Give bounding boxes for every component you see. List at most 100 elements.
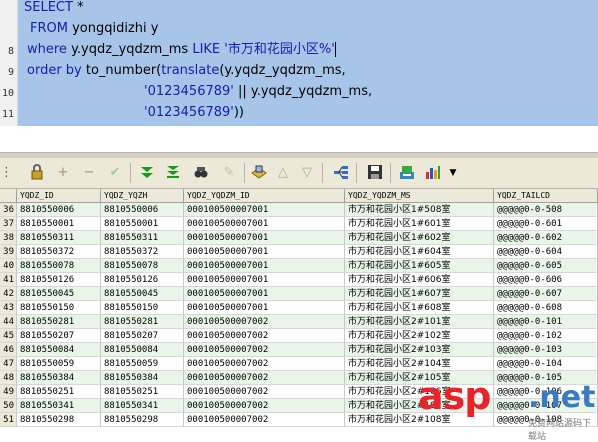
yqdz-yqdzm-id-cell[interactable]: 000100500007001 bbox=[184, 203, 345, 217]
yqdz-id-cell[interactable]: 8810550251 bbox=[17, 385, 101, 399]
yqdz-yqdzm-id-cell[interactable]: 000100500007001 bbox=[184, 231, 345, 245]
row-number[interactable]: 48 bbox=[0, 371, 17, 385]
yqdz-yqzh-cell[interactable]: 8810550372 bbox=[101, 245, 184, 259]
column-header[interactable]: YQDZ_TAILCD bbox=[494, 189, 598, 203]
yqdz-yqdzm-ms-cell[interactable]: 市万和花园小区1#608室 bbox=[345, 301, 494, 315]
yqdz-id-cell[interactable]: 8810550045 bbox=[17, 287, 101, 301]
last-icon[interactable] bbox=[164, 164, 182, 182]
row-number[interactable]: 46 bbox=[0, 343, 17, 357]
yqdz-yqdzm-ms-cell[interactable]: 市万和花园小区1#508室 bbox=[345, 203, 494, 217]
yqdz-id-cell[interactable]: 8810550341 bbox=[17, 399, 101, 413]
yqdz-yqdzm-id-cell[interactable]: 000100500007002 bbox=[184, 343, 345, 357]
yqdz-tailcd-cell[interactable]: @@@@@0-0-103 bbox=[494, 343, 598, 357]
yqdz-yqzh-cell[interactable]: 8810550251 bbox=[101, 385, 184, 399]
yqdz-yqdzm-id-cell[interactable]: 000100500007001 bbox=[184, 217, 345, 231]
row-number[interactable]: 38 bbox=[0, 231, 17, 245]
yqdz-yqdzm-ms-cell[interactable]: 市万和花园小区1#606室 bbox=[345, 273, 494, 287]
yqdz-yqdzm-id-cell[interactable]: 000100500007002 bbox=[184, 315, 345, 329]
yqdz-yqdzm-id-cell[interactable]: 000100500007001 bbox=[184, 259, 345, 273]
yqdz-yqdzm-id-cell[interactable]: 000100500007001 bbox=[184, 301, 345, 315]
yqdz-id-cell[interactable]: 8810550298 bbox=[17, 413, 101, 427]
table-row[interactable]: 43 8810550150 8810550150 000100500007001 市万和… bbox=[0, 301, 598, 315]
sql-editor[interactable]: 8 9 10 11 SELECT * FROM yongqidizhi y wh… bbox=[0, 0, 598, 152]
yqdz-yqzh-cell[interactable]: 8810550001 bbox=[101, 217, 184, 231]
yqdz-tailcd-cell[interactable]: @@@@@0-0-104 bbox=[494, 357, 598, 371]
yqdz-id-cell[interactable]: 8810550150 bbox=[17, 301, 101, 315]
row-number[interactable]: 41 bbox=[0, 273, 17, 287]
yqdz-id-cell[interactable]: 8810550001 bbox=[17, 217, 101, 231]
yqdz-yqdzm-ms-cell[interactable]: 市万和花园小区1#605室 bbox=[345, 259, 494, 273]
table-row[interactable]: 37 8810550001 8810550001 000100500007001 市万和… bbox=[0, 217, 598, 231]
yqdz-yqdzm-ms-cell[interactable]: 市万和花园小区2#104室 bbox=[345, 357, 494, 371]
yqdz-id-cell[interactable]: 8810550384 bbox=[17, 371, 101, 385]
table-row[interactable]: 41 8810550126 8810550126 000100500007001 市万和… bbox=[0, 273, 598, 287]
yqdz-tailcd-cell[interactable]: @@@@@0-0-607 bbox=[494, 287, 598, 301]
row-number[interactable]: 45 bbox=[0, 329, 17, 343]
yqdz-yqdzm-ms-cell[interactable]: 市万和花园小区1#602室 bbox=[345, 231, 494, 245]
yqdz-tailcd-cell[interactable]: @@@@@0-0-608 bbox=[494, 301, 598, 315]
yqdz-yqzh-cell[interactable]: 8810550084 bbox=[101, 343, 184, 357]
yqdz-yqdzm-ms-cell[interactable]: 市万和花园小区2#101室 bbox=[345, 315, 494, 329]
yqdz-yqzh-cell[interactable]: 8810550384 bbox=[101, 371, 184, 385]
yqdz-yqdzm-id-cell[interactable]: 000100500007002 bbox=[184, 399, 345, 413]
table-row[interactable]: 46 8810550084 8810550084 000100500007002 市万和… bbox=[0, 343, 598, 357]
yqdz-yqzh-cell[interactable]: 8810550059 bbox=[101, 357, 184, 371]
post-check-icon[interactable]: ✔ bbox=[106, 164, 124, 182]
yqdz-yqdzm-ms-cell[interactable]: 市万和花园小区1#607室 bbox=[345, 287, 494, 301]
table-row[interactable]: 45 8810550207 8810550207 000100500007002 市万和… bbox=[0, 329, 598, 343]
yqdz-yqdzm-id-cell[interactable]: 000100500007002 bbox=[184, 385, 345, 399]
yqdz-id-cell[interactable]: 8810550281 bbox=[17, 315, 101, 329]
export-icon[interactable] bbox=[398, 164, 416, 182]
yqdz-id-cell[interactable]: 8810550084 bbox=[17, 343, 101, 357]
yqdz-tailcd-cell[interactable]: @@@@@0-0-605 bbox=[494, 259, 598, 273]
yqdz-tailcd-cell[interactable]: @@@@@0-0-601 bbox=[494, 217, 598, 231]
add-icon[interactable]: + bbox=[54, 164, 72, 182]
yqdz-yqzh-cell[interactable]: 8810550045 bbox=[101, 287, 184, 301]
yqdz-yqzh-cell[interactable]: 8810550207 bbox=[101, 329, 184, 343]
column-header[interactable]: YQDZ_YQDZM_ID bbox=[184, 189, 345, 203]
table-row[interactable]: 42 8810550045 8810550045 000100500007001 市万和… bbox=[0, 287, 598, 301]
previous-filter-icon[interactable]: △ bbox=[274, 164, 292, 182]
yqdz-id-cell[interactable]: 8810550126 bbox=[17, 273, 101, 287]
clear-icon[interactable]: ✎ bbox=[220, 164, 238, 182]
next-filter-icon[interactable]: ▽ bbox=[298, 164, 316, 182]
yqdz-tailcd-cell[interactable]: @@@@@0-0-508 bbox=[494, 203, 598, 217]
yqdz-tailcd-cell[interactable]: @@@@@0-0-604 bbox=[494, 245, 598, 259]
row-number[interactable]: 39 bbox=[0, 245, 17, 259]
table-row[interactable]: 39 8810550372 8810550372 000100500007001 市万和… bbox=[0, 245, 598, 259]
row-number[interactable]: 36 bbox=[0, 203, 17, 217]
column-header[interactable]: YQDZ_YQZH bbox=[101, 189, 184, 203]
yqdz-yqzh-cell[interactable]: 8810550150 bbox=[101, 301, 184, 315]
remove-icon[interactable]: − bbox=[80, 164, 98, 182]
yqdz-yqdzm-id-cell[interactable]: 000100500007001 bbox=[184, 287, 345, 301]
yqdz-yqdzm-id-cell[interactable]: 000100500007002 bbox=[184, 413, 345, 427]
lock-icon[interactable] bbox=[28, 164, 46, 182]
table-row[interactable]: 36 8810550006 8810550006 000100500007001 市万和… bbox=[0, 203, 598, 217]
yqdz-id-cell[interactable]: 8810550311 bbox=[17, 231, 101, 245]
yqdz-id-cell[interactable]: 8810550207 bbox=[17, 329, 101, 343]
yqdz-id-cell[interactable]: 8810550059 bbox=[17, 357, 101, 371]
yqdz-tailcd-cell[interactable]: @@@@@0-0-102 bbox=[494, 329, 598, 343]
yqdz-tailcd-cell[interactable]: @@@@@0-0-606 bbox=[494, 273, 598, 287]
column-header[interactable]: YQDZ_ID bbox=[17, 189, 101, 203]
yqdz-tailcd-cell[interactable]: @@@@@0-0-101 bbox=[494, 315, 598, 329]
table-row[interactable]: 47 8810550059 8810550059 000100500007002 市万和… bbox=[0, 357, 598, 371]
yqdz-yqdzm-ms-cell[interactable]: 市万和花园小区1#601室 bbox=[345, 217, 494, 231]
row-number[interactable]: 43 bbox=[0, 301, 17, 315]
save-icon[interactable] bbox=[366, 164, 384, 182]
find-icon[interactable] bbox=[192, 164, 210, 182]
row-number[interactable]: 40 bbox=[0, 259, 17, 273]
column-header[interactable]: YQDZ_YQDZM_MS bbox=[345, 189, 494, 203]
row-number[interactable]: 47 bbox=[0, 357, 17, 371]
chevron-down-icon[interactable]: ▼ bbox=[444, 164, 462, 182]
yqdz-yqzh-cell[interactable]: 8810550126 bbox=[101, 273, 184, 287]
record-view-icon[interactable] bbox=[332, 164, 350, 182]
yqdz-yqdzm-ms-cell[interactable]: 市万和花园小区2#102室 bbox=[345, 329, 494, 343]
table-row[interactable]: 40 8810550078 8810550078 000100500007001 市万和… bbox=[0, 259, 598, 273]
row-number[interactable]: 50 bbox=[0, 399, 17, 413]
row-number[interactable]: 44 bbox=[0, 315, 17, 329]
yqdz-yqzh-cell[interactable]: 8810550311 bbox=[101, 231, 184, 245]
row-number[interactable]: 49 bbox=[0, 385, 17, 399]
yqdz-id-cell[interactable]: 8810550078 bbox=[17, 259, 101, 273]
yqdz-yqzh-cell[interactable]: 8810550006 bbox=[101, 203, 184, 217]
